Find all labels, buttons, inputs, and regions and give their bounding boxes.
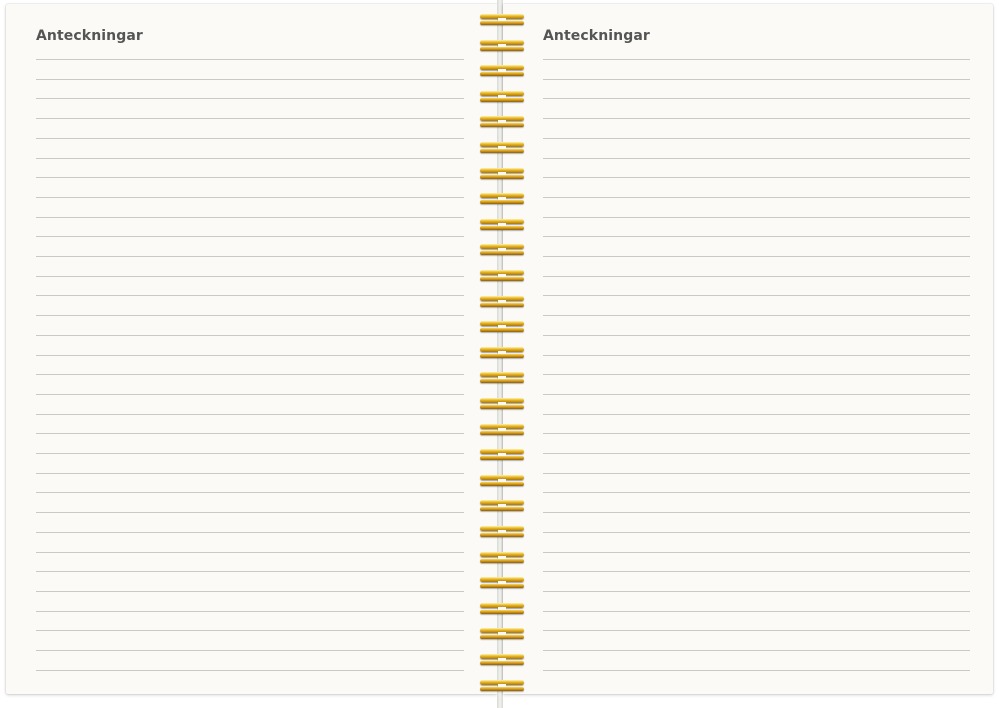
ruled-line bbox=[543, 78, 970, 80]
ruled-line bbox=[543, 413, 970, 415]
ruled-line bbox=[36, 295, 464, 297]
ruled-line bbox=[543, 374, 970, 376]
binding-coil bbox=[479, 193, 525, 205]
ruled-line bbox=[36, 669, 464, 671]
ruled-line bbox=[36, 59, 464, 60]
ruled-line bbox=[36, 650, 464, 651]
binding-coil bbox=[479, 500, 525, 512]
ruled-line bbox=[543, 236, 970, 238]
ruled-line bbox=[543, 531, 970, 533]
binding-coil bbox=[479, 14, 525, 26]
spiral-binding bbox=[479, 0, 525, 708]
right-ruled-lines bbox=[543, 59, 970, 675]
ruled-line bbox=[36, 118, 464, 120]
ruled-line bbox=[36, 275, 464, 277]
binding-coil bbox=[479, 39, 525, 52]
ruled-line bbox=[543, 334, 970, 336]
ruled-line bbox=[36, 315, 464, 317]
binding-coil bbox=[479, 218, 525, 231]
ruled-line bbox=[36, 78, 464, 80]
ruled-line bbox=[36, 630, 464, 632]
ruled-line bbox=[36, 610, 464, 612]
binding-coil bbox=[479, 244, 525, 256]
ruled-line bbox=[543, 393, 970, 395]
ruled-line bbox=[36, 157, 464, 159]
ruled-line bbox=[36, 512, 464, 514]
binding-coil bbox=[479, 346, 525, 359]
ruled-line bbox=[36, 236, 464, 238]
binding-coil bbox=[479, 321, 525, 333]
left-page: Anteckningar bbox=[6, 4, 497, 694]
ruled-line bbox=[36, 433, 464, 435]
ruled-line bbox=[543, 453, 970, 454]
ruled-line bbox=[543, 98, 970, 100]
left-page-title: Anteckningar bbox=[36, 28, 143, 44]
binding-coil bbox=[479, 295, 525, 308]
ruled-line bbox=[543, 669, 970, 671]
ruled-line bbox=[543, 59, 970, 60]
binding-coil bbox=[479, 577, 525, 589]
ruled-line bbox=[543, 610, 970, 612]
ruled-line bbox=[36, 551, 464, 553]
ruled-line bbox=[36, 374, 464, 376]
ruled-line bbox=[543, 295, 970, 297]
ruled-line bbox=[543, 137, 970, 139]
binding-coil bbox=[479, 474, 525, 487]
ruled-line bbox=[543, 472, 970, 474]
binding-coil bbox=[479, 372, 525, 384]
ruled-line bbox=[543, 118, 970, 120]
right-page: Anteckningar bbox=[503, 4, 993, 694]
binding-coil bbox=[479, 628, 525, 640]
ruled-line bbox=[543, 216, 970, 218]
ruled-line bbox=[543, 275, 970, 277]
right-page-title: Anteckningar bbox=[543, 28, 650, 44]
binding-coil bbox=[479, 90, 525, 103]
ruled-line bbox=[36, 393, 464, 395]
ruled-line bbox=[36, 571, 464, 573]
ruled-line bbox=[543, 433, 970, 435]
ruled-line bbox=[543, 650, 970, 651]
binding-coil bbox=[479, 398, 525, 410]
ruled-line bbox=[543, 157, 970, 159]
binding-coil bbox=[479, 679, 525, 692]
ruled-line bbox=[543, 551, 970, 553]
ruled-line bbox=[36, 137, 464, 139]
binding-coil bbox=[479, 654, 525, 666]
ruled-line bbox=[543, 315, 970, 317]
binding-coil bbox=[479, 551, 525, 564]
binding-coil bbox=[479, 167, 525, 180]
binding-coil bbox=[479, 526, 525, 538]
ruled-line bbox=[543, 256, 970, 257]
ruled-line bbox=[543, 590, 970, 592]
binding-coil bbox=[479, 116, 525, 128]
ruled-line bbox=[36, 413, 464, 415]
ruled-line bbox=[36, 98, 464, 100]
ruled-line bbox=[36, 590, 464, 592]
left-ruled-lines bbox=[36, 59, 464, 675]
ruled-line bbox=[543, 354, 970, 356]
binding-coil bbox=[479, 423, 525, 436]
ruled-line bbox=[543, 630, 970, 632]
binding-coil bbox=[479, 65, 525, 77]
ruled-line bbox=[36, 216, 464, 218]
ruled-line bbox=[36, 492, 464, 494]
ruled-line bbox=[36, 196, 464, 198]
binding-coil bbox=[479, 142, 525, 154]
ruled-line bbox=[36, 453, 464, 454]
ruled-line bbox=[36, 472, 464, 474]
ruled-line bbox=[36, 531, 464, 533]
notebook-spread: Anteckningar Anteckningar bbox=[0, 0, 999, 708]
ruled-line bbox=[36, 177, 464, 179]
ruled-line bbox=[36, 334, 464, 336]
binding-coil bbox=[479, 602, 525, 615]
ruled-line bbox=[543, 177, 970, 179]
binding-coil bbox=[479, 449, 525, 461]
ruled-line bbox=[543, 196, 970, 198]
binding-coil bbox=[479, 270, 525, 282]
ruled-line bbox=[543, 571, 970, 573]
ruled-line bbox=[36, 256, 464, 257]
ruled-line bbox=[543, 512, 970, 514]
ruled-line bbox=[543, 492, 970, 494]
ruled-line bbox=[36, 354, 464, 356]
